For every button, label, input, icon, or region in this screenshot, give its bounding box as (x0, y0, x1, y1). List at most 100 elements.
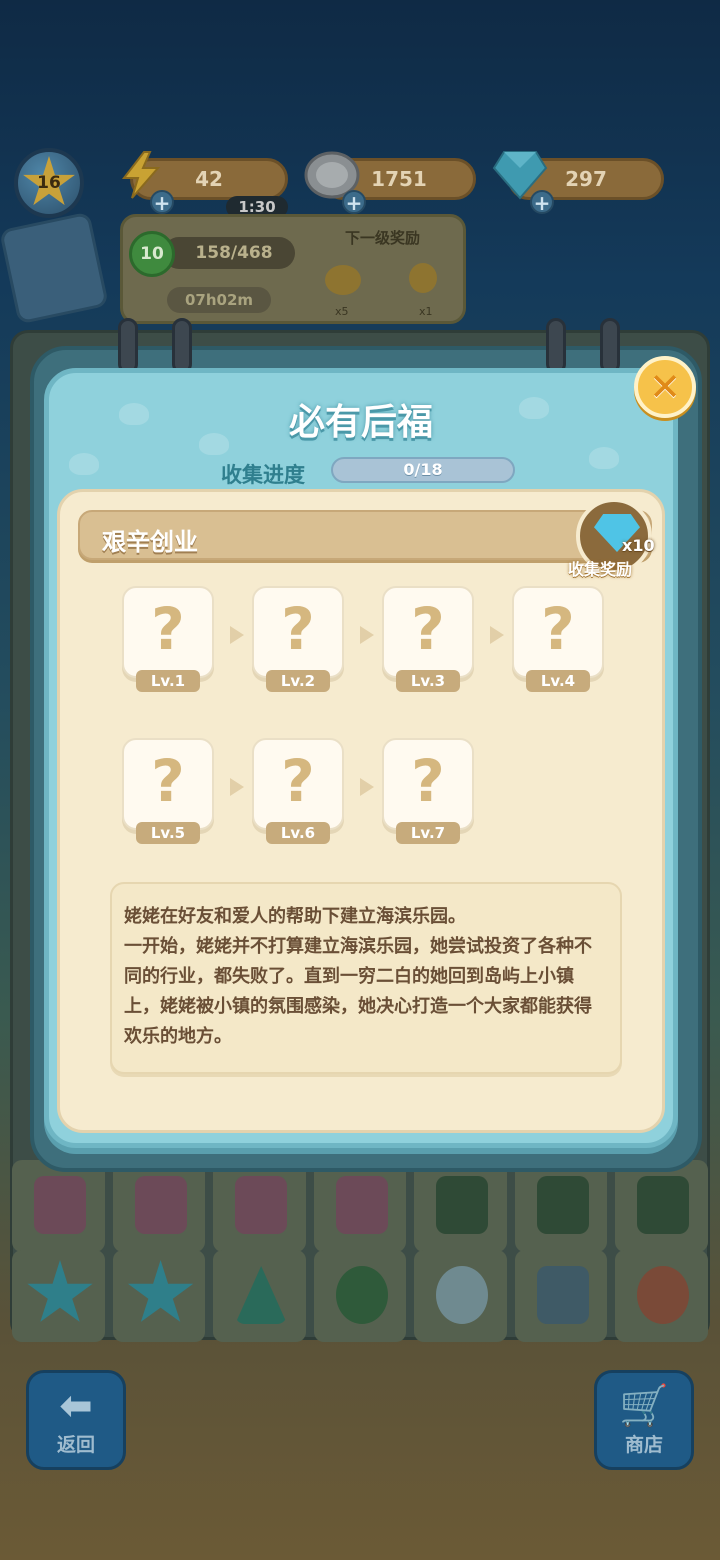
starfish-icon (27, 1260, 93, 1322)
board-tile[interactable] (112, 1160, 206, 1252)
card-level: Lv.3 (396, 670, 460, 692)
question-icon: ? (151, 747, 185, 815)
drink-icon (134, 1176, 187, 1234)
board-tile[interactable] (12, 1160, 105, 1252)
reward-count: x1 (419, 305, 433, 318)
board-tile[interactable] (313, 1250, 407, 1342)
question-icon: ? (151, 595, 185, 663)
shop-label: 商店 (624, 1434, 663, 1456)
collection-card[interactable]: ? (382, 586, 474, 678)
binder-ring (172, 318, 192, 374)
battery-icon (637, 1176, 690, 1234)
drink-icon (235, 1176, 288, 1234)
shell-pattern (69, 453, 99, 475)
card-level: Lv.5 (136, 822, 200, 844)
question-icon: ? (411, 747, 445, 815)
reward-count: x10 (622, 536, 655, 555)
next-reward-title: 下一级奖励 (345, 229, 421, 247)
board-tile[interactable] (514, 1160, 608, 1252)
arrow-right-icon (490, 626, 504, 644)
xp-level-badge: 10 (129, 231, 175, 277)
starfish-icon (127, 1260, 194, 1322)
drink-icon (34, 1176, 86, 1234)
player-level-badge[interactable]: 16 (14, 148, 84, 218)
collection-card[interactable]: ? (252, 738, 344, 830)
arrow-right-icon (360, 778, 374, 796)
board-tile[interactable] (313, 1160, 407, 1252)
gem-value: 297 (565, 167, 607, 191)
binder-ring (600, 318, 620, 374)
collection-progress-text: 0/18 (403, 460, 443, 479)
collection-content: 艰辛创业 x10 收集奖励 ? Lv.1 ? Lv.2 ? Lv.3 ? Lv.… (57, 489, 665, 1133)
board-tile[interactable] (615, 1160, 709, 1252)
board-tile[interactable] (213, 1160, 306, 1252)
card-level: Lv.1 (136, 670, 200, 692)
arrow-right-icon (360, 626, 374, 644)
back-label: 返回 (56, 1434, 95, 1456)
reward-count: x5 (335, 305, 349, 318)
food-plate-icon (637, 1266, 690, 1324)
binder-ring (118, 318, 138, 374)
board-tile[interactable] (615, 1250, 709, 1342)
card-level: Lv.6 (266, 822, 330, 844)
question-icon: ? (541, 595, 575, 663)
close-icon: ✕ (649, 365, 681, 409)
modal-title: 必有后福 (288, 402, 433, 443)
board-row (12, 1250, 709, 1342)
card-level: Lv.7 (396, 822, 460, 844)
reward-item-icon (325, 265, 361, 295)
back-arrow-icon: ⬅ (59, 1383, 93, 1429)
board-tile[interactable] (213, 1250, 306, 1342)
collection-modal: 必有后福 收集进度 0/18 艰辛创业 x10 收集奖励 ? Lv.1 ? Lv… (44, 368, 678, 1148)
seaweed-icon (235, 1266, 288, 1324)
energy-value: 42 (195, 167, 223, 191)
close-button[interactable]: ✕ (634, 356, 696, 418)
collection-reward-label: 收集奖励 (568, 560, 633, 579)
box-icon (536, 1266, 589, 1324)
collection-card[interactable]: ? (252, 586, 344, 678)
shop-button[interactable]: 🛒 商店 (594, 1370, 694, 1470)
collection-card[interactable]: ? (512, 586, 604, 678)
add-coins-button[interactable]: + (342, 190, 366, 214)
binder-ring (546, 318, 566, 374)
collection-progress-bar: 0/18 (331, 457, 515, 483)
question-icon: ? (411, 595, 445, 663)
shell-pattern (589, 447, 619, 469)
xp-panel: 158/468 10 07h02m 下一级奖励 x5 x1 (120, 214, 466, 324)
battery-icon (536, 1176, 589, 1234)
collection-card[interactable]: ? (122, 586, 214, 678)
add-energy-button[interactable]: + (150, 190, 174, 214)
xp-timer: 07h02m (167, 287, 271, 313)
calendar-icon[interactable] (0, 211, 109, 325)
board-tile[interactable] (12, 1250, 105, 1342)
drink-icon (335, 1176, 388, 1234)
player-level: 16 (37, 173, 61, 193)
arrow-right-icon (230, 778, 244, 796)
cart-icon: 🛒 (619, 1383, 669, 1429)
collection-progress-label: 收集进度 (221, 463, 305, 487)
collection-card[interactable]: ? (122, 738, 214, 830)
chapter-bar: 艰辛创业 (78, 510, 652, 560)
xp-progress: 158/468 (163, 237, 295, 269)
arrow-right-icon (230, 626, 244, 644)
top-hud: 16 42 + 1:30 1751 + 297 + 158/468 10 07h… (0, 140, 720, 340)
board-tile[interactable] (514, 1250, 608, 1342)
story-text-box: 姥姥在好友和爱人的帮助下建立海滨乐园。 一开始，姥姥并不打算建立海滨乐园，她尝试… (110, 882, 622, 1074)
add-gems-button[interactable]: + (530, 190, 554, 214)
reward-item-icon (409, 263, 437, 293)
coin-value: 1751 (371, 167, 427, 191)
board-tile[interactable] (414, 1250, 507, 1342)
battery-icon (436, 1176, 489, 1234)
chapter-title: 艰辛创业 (102, 528, 198, 556)
question-icon: ? (281, 747, 315, 815)
card-level: Lv.4 (526, 670, 590, 692)
board-row (12, 1160, 709, 1252)
board-tile[interactable] (112, 1250, 206, 1342)
collection-card[interactable]: ? (382, 738, 474, 830)
story-text: 姥姥在好友和爱人的帮助下建立海滨乐园。 一开始，姥姥并不打算建立海滨乐园，她尝试… (124, 906, 592, 1047)
back-button[interactable]: ⬅ 返回 (26, 1370, 126, 1470)
board-tile[interactable] (414, 1160, 507, 1252)
cloud-icon (436, 1266, 489, 1324)
question-icon: ? (281, 595, 315, 663)
clover-icon (335, 1266, 388, 1324)
